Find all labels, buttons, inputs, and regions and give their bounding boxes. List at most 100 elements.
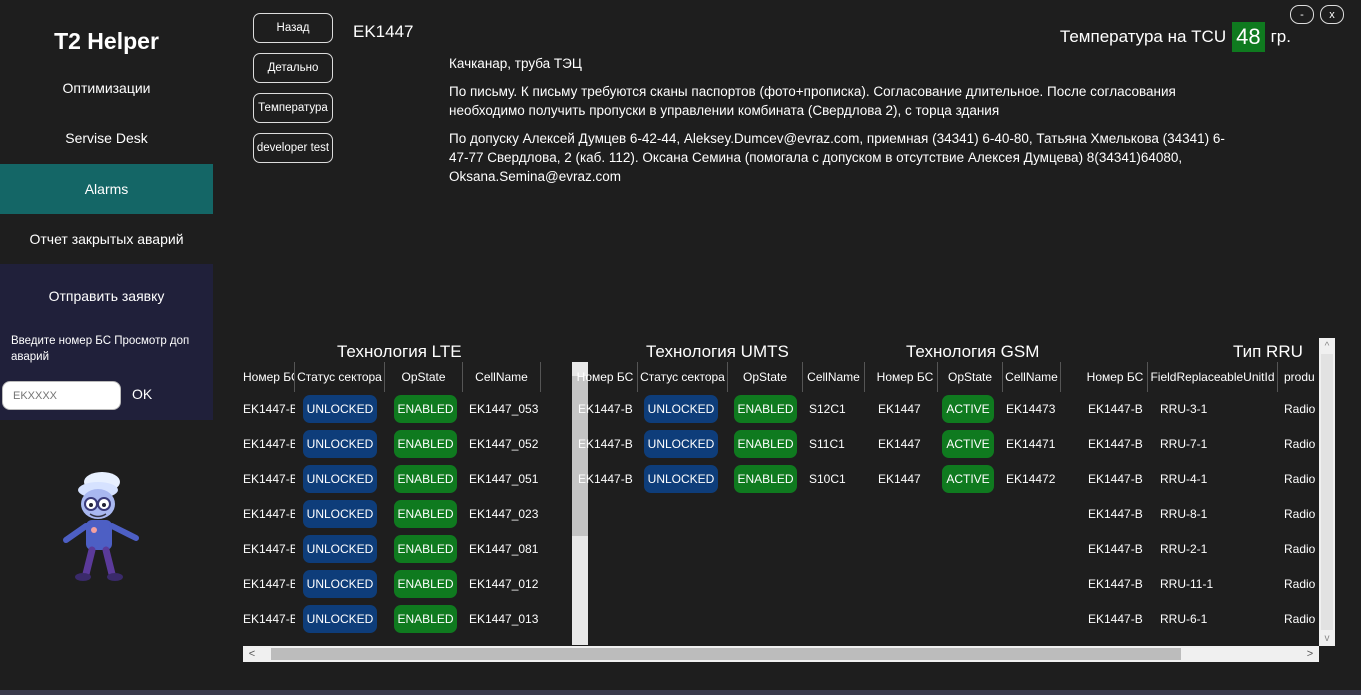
bs-name: EK1447 [353, 22, 414, 41]
send-request-link[interactable]: Отправить заявку [0, 288, 213, 304]
tcu-temperature-value: 48 [1232, 22, 1265, 52]
tcu-temperature: Температура на TCU 48 гр. [1060, 22, 1291, 52]
rru-cell-fru-id: RRU-2-1 [1160, 542, 1208, 556]
minimize-button[interactable]: - [1290, 5, 1314, 24]
umts-col-bs[interactable]: Номер БС [573, 362, 638, 392]
ok-button[interactable]: OK [132, 386, 152, 402]
lte-col-cellname[interactable]: CellName [463, 362, 541, 392]
developer-test-button[interactable]: developer test [253, 133, 333, 163]
umts-cell-name: S11C1 [809, 437, 845, 451]
lte-opstate-badge: ENABLED [394, 395, 457, 423]
sidebar-item-service-desk[interactable]: Servise Desk [0, 113, 213, 163]
umts-cell-bs: EK1447-B [578, 437, 633, 451]
request-panel: Отправить заявку Введите номер БС Просмо… [0, 264, 213, 420]
umts-status-badge: UNLOCKED [644, 465, 718, 493]
access-note-text: По письму. К письму требуются сканы пасп… [449, 84, 1176, 118]
sidebar-item-closed-alarms-report[interactable]: Отчет закрытых аварий [0, 214, 213, 264]
rru-cell-fru-id: RRU-6-1 [1160, 612, 1208, 626]
lte-cell-bs: EK1447-B [243, 402, 295, 416]
gsm-cell-bs: EK1447 [878, 437, 921, 451]
lte-cell-bs: EK1447-B [243, 472, 295, 486]
lte-cell-bs: EK1447-B [243, 577, 295, 591]
tcu-temperature-unit: гр. [1270, 27, 1291, 46]
gsm-opstate-badge: ACTIVE [942, 430, 994, 458]
lte-status-badge: UNLOCKED [303, 465, 377, 493]
bs-number-hint: Введите номер БС Просмотр доп аварий [11, 335, 190, 363]
lte-status-badge: UNLOCKED [303, 430, 377, 458]
scroll-left-arrow[interactable]: < [245, 646, 259, 662]
gsm-opstate-badge: ACTIVE [942, 465, 994, 493]
umts-col-cellname[interactable]: CellName [803, 362, 865, 392]
gsm-heading: Технология GSM [906, 342, 1040, 361]
lte-opstate-badge: ENABLED [394, 500, 457, 528]
lte-status-badge: UNLOCKED [303, 570, 377, 598]
lte-cell-bs: EK1447-B [243, 612, 295, 626]
gsm-opstate-badge: ACTIVE [942, 395, 994, 423]
gsm-col-opstate[interactable]: OpState [938, 362, 1003, 392]
umts-cell-bs: EK1447-B [578, 402, 633, 416]
detail-button[interactable]: Детально [253, 53, 333, 83]
gsm-cell-name: EK14471 [1006, 437, 1056, 451]
sidebar: T2 Helper Оптимизации Servise Desk Alarm… [0, 0, 213, 690]
lte-heading: Технология LTE [337, 342, 462, 361]
lte-status-badge: UNLOCKED [303, 535, 377, 563]
rru-cell-bs: EK1447-B [1088, 507, 1143, 521]
rru-cell-fru-id: RRU-8-1 [1160, 507, 1208, 521]
lte-cell-name: EK1447_013 [469, 612, 539, 626]
rru-cell-fru-id: RRU-3-1 [1160, 402, 1208, 416]
vertical-scroll-thumb[interactable] [1321, 354, 1333, 630]
lte-opstate-badge: ENABLED [394, 465, 457, 493]
contacts-text: По допуску Алексей Думцев 6-42-44, Aleks… [449, 131, 1225, 184]
lte-cell-bs: EK1447-B [243, 437, 295, 451]
tcu-temperature-label: Температура на TCU [1059, 27, 1227, 46]
lte-col-bs[interactable]: Номер БС [243, 362, 295, 392]
rru-col-bs[interactable]: Номер БС [1083, 362, 1148, 392]
rru-heading: Тип RRU [1233, 342, 1303, 361]
rru-cell-bs: EK1447-B [1088, 437, 1143, 451]
horizontal-scroll-thumb[interactable] [271, 648, 1181, 660]
lte-cell-name: EK1447_081 [469, 542, 539, 556]
temperature-button[interactable]: Температура [253, 93, 333, 123]
back-button[interactable]: Назад [253, 13, 333, 43]
sidebar-item-alarms[interactable]: Alarms [0, 164, 213, 214]
umts-col-opstate[interactable]: OpState [728, 362, 803, 392]
lte-cell-name: EK1447_012 [469, 577, 539, 591]
bs-number-input[interactable] [2, 381, 121, 410]
scroll-down-arrow[interactable]: v [1319, 631, 1335, 645]
umts-cell-name: S10C1 [809, 472, 846, 486]
horizontal-scrollbar[interactable]: < > [243, 646, 1319, 662]
vertical-scrollbar[interactable]: ^ v [1319, 338, 1335, 646]
lte-opstate-badge: ENABLED [394, 535, 457, 563]
umts-opstate-badge: ENABLED [734, 430, 797, 458]
scroll-right-arrow[interactable]: > [1303, 646, 1317, 662]
lte-opstate-badge: ENABLED [394, 605, 457, 633]
lte-status-badge: UNLOCKED [303, 500, 377, 528]
taskbar-edge [0, 690, 1361, 695]
gsm-cell-bs: EK1447 [878, 472, 921, 486]
umts-status-badge: UNLOCKED [644, 395, 718, 423]
lte-cell-bs: EK1447-B [243, 542, 295, 556]
lte-col-opstate[interactable]: OpState [385, 362, 463, 392]
rru-cell-bs: EK1447-B [1088, 612, 1143, 626]
rru-cell-bs: EK1447-B [1088, 577, 1143, 591]
umts-col-sector-status[interactable]: Статус сектора [638, 362, 728, 392]
umts-status-badge: UNLOCKED [644, 430, 718, 458]
mascot-illustration [63, 472, 139, 581]
rru-cell-fru-id: RRU-4-1 [1160, 472, 1208, 486]
umts-cell-bs: EK1447-B [578, 472, 633, 486]
lte-status-badge: UNLOCKED [303, 605, 377, 633]
scroll-up-arrow[interactable]: ^ [1319, 339, 1335, 353]
lte-col-sector-status[interactable]: Статус сектора [295, 362, 385, 392]
rru-cell-bs: EK1447-B [1088, 472, 1143, 486]
main-panel: Назад Детально Температура developer tes… [213, 0, 1361, 690]
umts-cell-name: S12C1 [809, 402, 846, 416]
gsm-col-bs[interactable]: Номер БС [873, 362, 938, 392]
gsm-cell-name: EK14472 [1006, 472, 1056, 486]
rru-cell-fru-id: RRU-7-1 [1160, 437, 1208, 451]
rru-col-fru-id[interactable]: FieldReplaceableUnitId [1148, 362, 1278, 392]
sidebar-item-optimizations[interactable]: Оптимизации [0, 63, 213, 113]
lte-cell-name: EK1447_052 [469, 437, 539, 451]
umts-opstate-badge: ENABLED [734, 395, 797, 423]
gsm-col-cellname[interactable]: CellName [1003, 362, 1061, 392]
close-button[interactable]: x [1320, 5, 1344, 24]
